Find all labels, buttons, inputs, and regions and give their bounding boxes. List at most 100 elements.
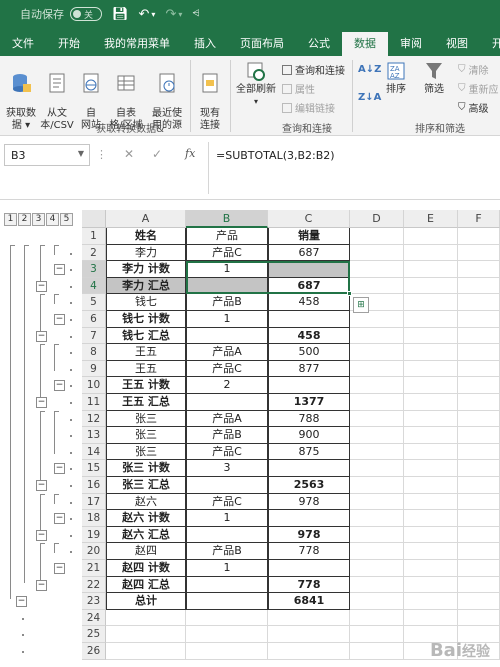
tab-data[interactable]: 数据: [342, 32, 388, 56]
row-header[interactable]: 8: [82, 344, 106, 361]
cell-a10[interactable]: 王五 计数: [106, 377, 186, 394]
cell-e23[interactable]: [404, 593, 458, 610]
cell-a8[interactable]: 王五: [106, 344, 186, 361]
cell-d19[interactable]: [350, 526, 404, 544]
cell-e18[interactable]: [404, 510, 458, 527]
collapse-group-button[interactable]: −: [54, 314, 65, 325]
cell-f22[interactable]: [458, 576, 500, 594]
outline-level-4[interactable]: 4: [46, 213, 59, 226]
cell-f6[interactable]: [458, 311, 500, 328]
cell-a15[interactable]: 张三 计数: [106, 460, 186, 477]
cell-a9[interactable]: 王五: [106, 360, 186, 378]
cell-e5[interactable]: [404, 294, 458, 311]
cell-d22[interactable]: [350, 576, 404, 594]
cell-a11[interactable]: 王五 汇总: [106, 394, 186, 411]
cell-a7[interactable]: 钱七 汇总: [106, 327, 186, 345]
cell-f12[interactable]: [458, 410, 500, 428]
cell-c9[interactable]: 877: [268, 360, 350, 378]
edit-links-button[interactable]: 编辑链接: [282, 100, 335, 115]
cell-e8[interactable]: [404, 344, 458, 361]
cell-f3[interactable]: [458, 261, 500, 278]
row-header[interactable]: 11: [82, 394, 106, 411]
cell-c5[interactable]: 458: [268, 294, 350, 311]
name-box[interactable]: B3 ▼: [4, 144, 90, 166]
cell-c24[interactable]: [268, 609, 350, 627]
outline-level-2[interactable]: 2: [18, 213, 31, 226]
refresh-all-button[interactable]: 全部刷新 ▾: [234, 60, 278, 108]
cell-a2[interactable]: 李力: [106, 244, 186, 262]
column-header-b[interactable]: B: [186, 210, 268, 228]
cell-d13[interactable]: [350, 427, 404, 444]
cell-b11[interactable]: [186, 394, 268, 411]
existing-connections-button[interactable]: 现有 连接: [194, 60, 226, 132]
cell-e2[interactable]: [404, 244, 458, 262]
cell-d11[interactable]: [350, 394, 404, 411]
collapse-group-button[interactable]: −: [54, 380, 65, 392]
select-all-corner[interactable]: [82, 210, 106, 228]
cell-f4[interactable]: [458, 277, 500, 295]
cell-c20[interactable]: 778: [268, 543, 350, 560]
cell-d18[interactable]: [350, 510, 404, 527]
tab-formulas[interactable]: 公式: [296, 32, 342, 56]
cell-a5[interactable]: 钱七: [106, 294, 186, 311]
cell-d2[interactable]: [350, 244, 404, 262]
row-header[interactable]: 21: [82, 560, 106, 577]
cell-f17[interactable]: [458, 493, 500, 511]
collapse-group-button[interactable]: −: [54, 513, 65, 525]
name-box-dropdown-icon[interactable]: ▼: [78, 149, 84, 158]
cell-b22[interactable]: [186, 576, 268, 594]
tab-insert[interactable]: 插入: [182, 32, 228, 56]
row-header[interactable]: 9: [82, 360, 106, 378]
row-header[interactable]: 23: [82, 593, 106, 610]
confirm-icon[interactable]: ✓: [152, 147, 162, 161]
cell-b6[interactable]: 1: [186, 311, 268, 328]
collapse-group-button[interactable]: −: [36, 579, 47, 591]
tab-home[interactable]: 开始: [46, 32, 92, 56]
cell-f11[interactable]: [458, 394, 500, 411]
cell-d26[interactable]: [350, 643, 404, 660]
row-header[interactable]: 25: [82, 626, 106, 643]
cell-b14[interactable]: 产品C: [186, 443, 268, 461]
cell-a12[interactable]: 张三: [106, 410, 186, 428]
row-header[interactable]: 12: [82, 410, 106, 428]
collapse-group-button[interactable]: −: [54, 563, 65, 574]
cell-c12[interactable]: 788: [268, 410, 350, 428]
get-data-button[interactable]: 获取数 据 ▾: [4, 60, 38, 132]
cell-b9[interactable]: 产品C: [186, 360, 268, 378]
cell-c22[interactable]: 778: [268, 576, 350, 594]
cell-d8[interactable]: [350, 344, 404, 361]
collapse-group-button[interactable]: −: [36, 330, 47, 342]
cell-c11[interactable]: 1377: [268, 394, 350, 411]
clear-button[interactable]: ⛉ 清除: [458, 62, 489, 77]
column-header-c[interactable]: C: [268, 210, 350, 228]
cell-e19[interactable]: [404, 526, 458, 544]
filter-button[interactable]: 筛选: [420, 60, 448, 96]
cell-b24[interactable]: [186, 609, 268, 627]
cell-a25[interactable]: [106, 626, 186, 643]
cell-a17[interactable]: 赵六: [106, 493, 186, 511]
cell-a13[interactable]: 张三: [106, 427, 186, 444]
row-header[interactable]: 18: [82, 510, 106, 527]
collapse-group-button[interactable]: −: [54, 463, 65, 475]
cell-a23[interactable]: 总计: [106, 593, 186, 610]
cell-e24[interactable]: [404, 609, 458, 627]
cell-d16[interactable]: [350, 477, 404, 494]
undo-dropdown-icon[interactable]: ▾: [151, 10, 155, 19]
cell-d7[interactable]: [350, 327, 404, 345]
cell-c18[interactable]: [268, 510, 350, 527]
autosave-toggle[interactable]: 关: [70, 7, 102, 21]
cell-a18[interactable]: 赵六 计数: [106, 510, 186, 527]
cell-b23[interactable]: [186, 593, 268, 610]
cell-a14[interactable]: 张三: [106, 443, 186, 461]
cell-e14[interactable]: [404, 443, 458, 461]
cell-d20[interactable]: [350, 543, 404, 560]
cell-b12[interactable]: 产品A: [186, 410, 268, 428]
sort-ascending-button[interactable]: A↓Z: [358, 64, 381, 75]
cell-d6[interactable]: [350, 311, 404, 328]
cell-f18[interactable]: [458, 510, 500, 527]
cell-e10[interactable]: [404, 377, 458, 394]
row-header[interactable]: 14: [82, 443, 106, 461]
tab-review[interactable]: 审阅: [388, 32, 434, 56]
cell-c17[interactable]: 978: [268, 493, 350, 511]
cell-f5[interactable]: [458, 294, 500, 311]
